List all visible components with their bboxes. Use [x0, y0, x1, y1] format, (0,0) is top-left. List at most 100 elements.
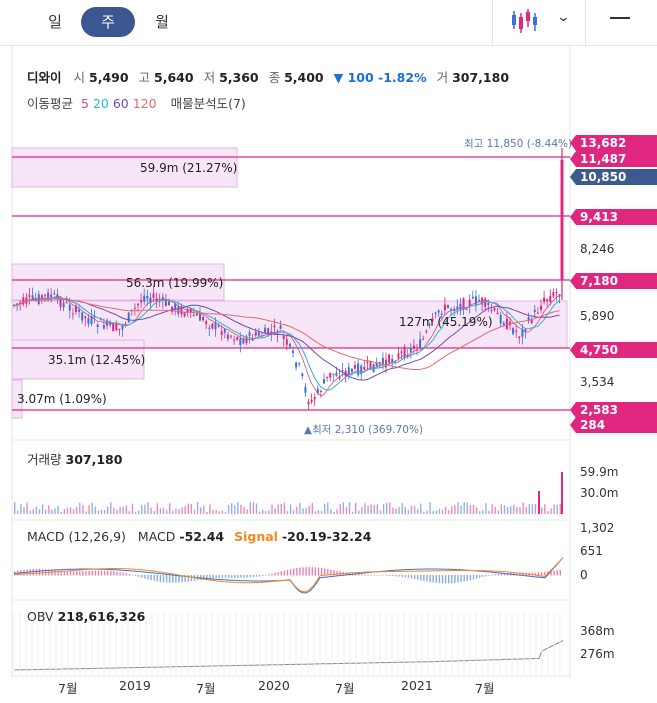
macd-histogram-bar	[227, 575, 230, 578]
macd-histogram-bar	[382, 575, 385, 576]
price-badge: 2,583	[570, 402, 657, 418]
obv-axis-label: 368m	[580, 624, 615, 638]
volume-bar	[531, 504, 534, 514]
candle-body	[354, 365, 356, 369]
candle-body	[230, 335, 232, 337]
macd-histogram-bar	[38, 568, 41, 576]
current-price-badge: 10,850	[570, 169, 657, 185]
macd-histogram-bar	[302, 567, 304, 576]
candle-body	[81, 312, 84, 321]
macd-histogram-bar	[451, 575, 453, 584]
candle-body	[366, 361, 369, 364]
candle-body	[146, 295, 149, 299]
volume-axis-label: 59.9m	[580, 465, 619, 479]
macd-histogram-bar	[441, 575, 444, 584]
candle-body	[118, 328, 121, 330]
macd-histogram-bar	[494, 574, 496, 576]
macd-histogram-bar	[293, 568, 295, 576]
candle-body	[363, 366, 366, 370]
macd-histogram-bar	[407, 575, 410, 578]
candle-body	[233, 339, 236, 341]
candle-body	[112, 323, 115, 332]
macd-histogram-bar	[423, 575, 425, 581]
volume-bar	[209, 504, 211, 514]
macd-histogram-bar	[88, 570, 90, 576]
macd-histogram-bar	[221, 575, 224, 578]
candle-body	[412, 345, 415, 349]
volume-bar	[153, 510, 155, 514]
macd-histogram-bar	[113, 571, 115, 576]
candle-body	[223, 328, 226, 333]
candle-body	[28, 295, 31, 297]
macd-histogram-bar	[367, 574, 369, 576]
volume-bar	[448, 509, 450, 514]
macd-histogram-bar	[444, 575, 447, 584]
candle-body	[127, 312, 130, 323]
candle-body	[220, 331, 223, 335]
macd-histogram-bar	[246, 575, 248, 578]
candle-body	[102, 325, 105, 329]
volume-bar	[550, 508, 552, 514]
macd-histogram-bar	[336, 570, 338, 576]
candle-body	[199, 313, 201, 321]
volume-bar	[283, 502, 286, 514]
price-chart[interactable]	[0, 0, 657, 703]
volume-bar	[472, 505, 475, 514]
profile-zone-label: 127m (45.19%)	[399, 315, 493, 329]
candle-body	[456, 306, 459, 309]
macd-histogram-bar	[271, 573, 273, 576]
candle-body	[447, 304, 449, 308]
volume-bar	[76, 507, 78, 514]
macd-histogram-bar	[460, 575, 462, 583]
macd-histogram-bar	[116, 571, 118, 576]
candle-body	[285, 339, 288, 345]
macd-histogram-bar	[395, 575, 397, 577]
macd-histogram-bar	[305, 567, 307, 576]
volume-bar	[206, 511, 208, 514]
x-axis-label: 2019	[119, 678, 151, 693]
candle-body	[143, 295, 146, 302]
macd-histogram-bar	[274, 572, 276, 576]
candle-body	[217, 325, 220, 327]
volume-bar	[196, 502, 199, 514]
macd-histogram-bar	[386, 575, 388, 576]
candle-body	[533, 309, 536, 312]
macd-value: -52.44	[179, 529, 225, 544]
macd-histogram-bar	[175, 575, 177, 583]
volume-bar	[364, 503, 366, 514]
candle-body	[137, 303, 139, 306]
candle-body	[409, 347, 412, 353]
macd-histogram-bar	[72, 571, 75, 576]
candle-body	[254, 331, 257, 336]
x-axis-label: 7월	[475, 681, 495, 696]
volume-bar	[138, 510, 140, 514]
price-badge: 4,750	[570, 342, 657, 358]
macd-histogram-bar	[110, 570, 112, 576]
volume-bar	[423, 511, 425, 514]
macd-histogram-bar	[482, 575, 484, 578]
macd-histogram-bar	[172, 575, 174, 583]
volume-bar	[438, 508, 441, 514]
signal-line	[13, 557, 564, 593]
volume-bar	[432, 510, 434, 514]
macd-histogram-bar	[262, 575, 264, 576]
volume-bar	[324, 503, 326, 514]
macd-histogram-bar	[165, 575, 168, 583]
macd-histogram-bar	[66, 570, 69, 576]
volume-bar	[311, 502, 313, 514]
volume-bar	[370, 504, 372, 514]
macd-histogram-bar	[215, 575, 217, 579]
candle-body	[152, 293, 155, 298]
macd-histogram-bar	[122, 572, 124, 576]
candle-body	[140, 300, 143, 303]
macd-histogram-bar	[187, 575, 189, 582]
volume-bar	[348, 502, 351, 514]
volume-bar	[500, 504, 503, 514]
volume-bar	[162, 507, 165, 514]
macd-histogram-bar	[463, 575, 465, 582]
price-axis-label: 3,534	[580, 375, 615, 389]
candle-body	[425, 330, 428, 333]
price-badge-top: 13,682	[570, 135, 657, 151]
macd-label: MACD (12,26,9)	[27, 529, 126, 544]
macd-histogram-bar	[370, 574, 372, 576]
